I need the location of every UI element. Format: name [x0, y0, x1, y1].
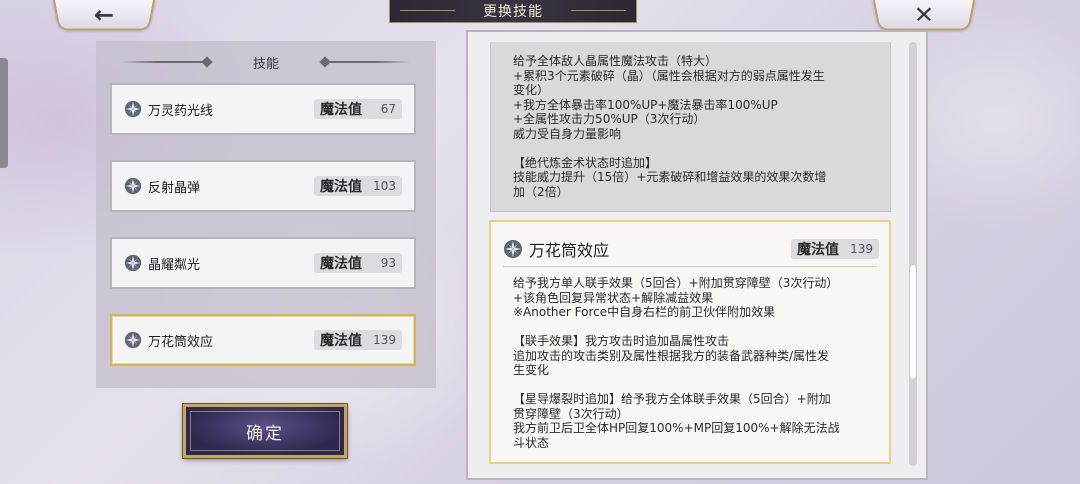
mp-cost: 魔法值 103: [314, 176, 402, 196]
previous-skill-text: 给予全体敌人晶属性魔法攻击（特大） +累积3个元素破碎（晶）（属性会根据对方的弱…: [513, 54, 827, 199]
card-divider: [503, 266, 877, 267]
page-title: 更换技能: [483, 4, 543, 20]
mp-cost: 魔法值 93: [314, 253, 402, 273]
skill-item-3[interactable]: 晶耀粼光 魔法值 93: [110, 237, 416, 289]
crystal-sparkle-icon: [124, 254, 142, 272]
mp-value: 103: [373, 179, 396, 193]
skill-list-header: 技能: [96, 49, 436, 75]
mp-value: 139: [373, 333, 396, 347]
skill-name: 万灵药光线: [148, 103, 214, 119]
selected-skill-mp-cost: 魔法值 139: [791, 239, 879, 259]
skill-list-title: 技能: [252, 56, 279, 72]
back-arrow-icon: ←: [93, 0, 115, 28]
skill-name: 晶耀粼光: [148, 257, 201, 273]
crystal-sparkle-icon: [124, 100, 142, 118]
mp-label: 魔法值: [320, 333, 362, 349]
crystal-sparkle-icon: [124, 177, 142, 195]
back-button[interactable]: ←: [52, 0, 156, 31]
close-icon: ✕: [913, 0, 935, 28]
mp-value: 139: [850, 242, 873, 256]
detail-scrollbar-thumb[interactable]: [909, 263, 917, 380]
title-bar: 更换技能: [389, 0, 637, 23]
skill-name: 反射晶弹: [148, 180, 201, 196]
skill-list-panel: 技能 万灵药光线 魔法值 67 反射晶弹 魔法值 103 晶耀粼光 魔法值 93: [96, 41, 436, 388]
skill-item-1[interactable]: 万灵药光线 魔法值 67: [110, 83, 416, 135]
header-deco-left: [121, 61, 211, 63]
mp-cost: 魔法值 139: [314, 330, 402, 350]
crystal-sparkle-icon: [504, 240, 522, 258]
mp-value: 93: [380, 256, 396, 270]
mp-label: 魔法值: [797, 242, 839, 258]
skill-name: 万花筒效应: [148, 334, 214, 350]
side-pull-tab[interactable]: [0, 58, 8, 168]
previous-skill-description: 给予全体敌人晶属性魔法攻击（特大） +累积3个元素破碎（晶）（属性会根据对方的弱…: [490, 42, 891, 212]
confirm-button[interactable]: 确定: [183, 404, 347, 458]
mp-label: 魔法值: [320, 102, 362, 118]
title-deco-right: [571, 10, 626, 11]
confirm-label: 确定: [246, 423, 284, 444]
skill-item-2[interactable]: 反射晶弹 魔法值 103: [110, 160, 416, 212]
crystal-sparkle-icon: [124, 331, 142, 349]
skill-item-4-selected[interactable]: 万花筒效应 魔法值 139: [110, 314, 416, 366]
selected-skill-description: 给予我方单人联手效果（5回合）+附加贯穿障壁（3次行动） +该角色回复异常状态+…: [513, 276, 840, 450]
mp-label: 魔法值: [320, 179, 362, 195]
mp-cost: 魔法值 67: [314, 99, 402, 119]
mp-value: 67: [380, 102, 396, 116]
close-button[interactable]: ✕: [872, 0, 976, 31]
selected-skill-card: 万花筒效应 魔法值 139 给予我方单人联手效果（5回合）+附加贯穿障壁（3次行…: [489, 220, 891, 464]
selected-skill-name: 万花筒效应: [529, 241, 610, 260]
title-deco-left: [400, 10, 455, 11]
selected-skill-header: 万花筒效应 魔法值 139: [503, 238, 879, 260]
header-deco-right: [321, 61, 411, 63]
mp-label: 魔法值: [320, 256, 362, 272]
detail-scrollbar-track[interactable]: [909, 42, 917, 466]
